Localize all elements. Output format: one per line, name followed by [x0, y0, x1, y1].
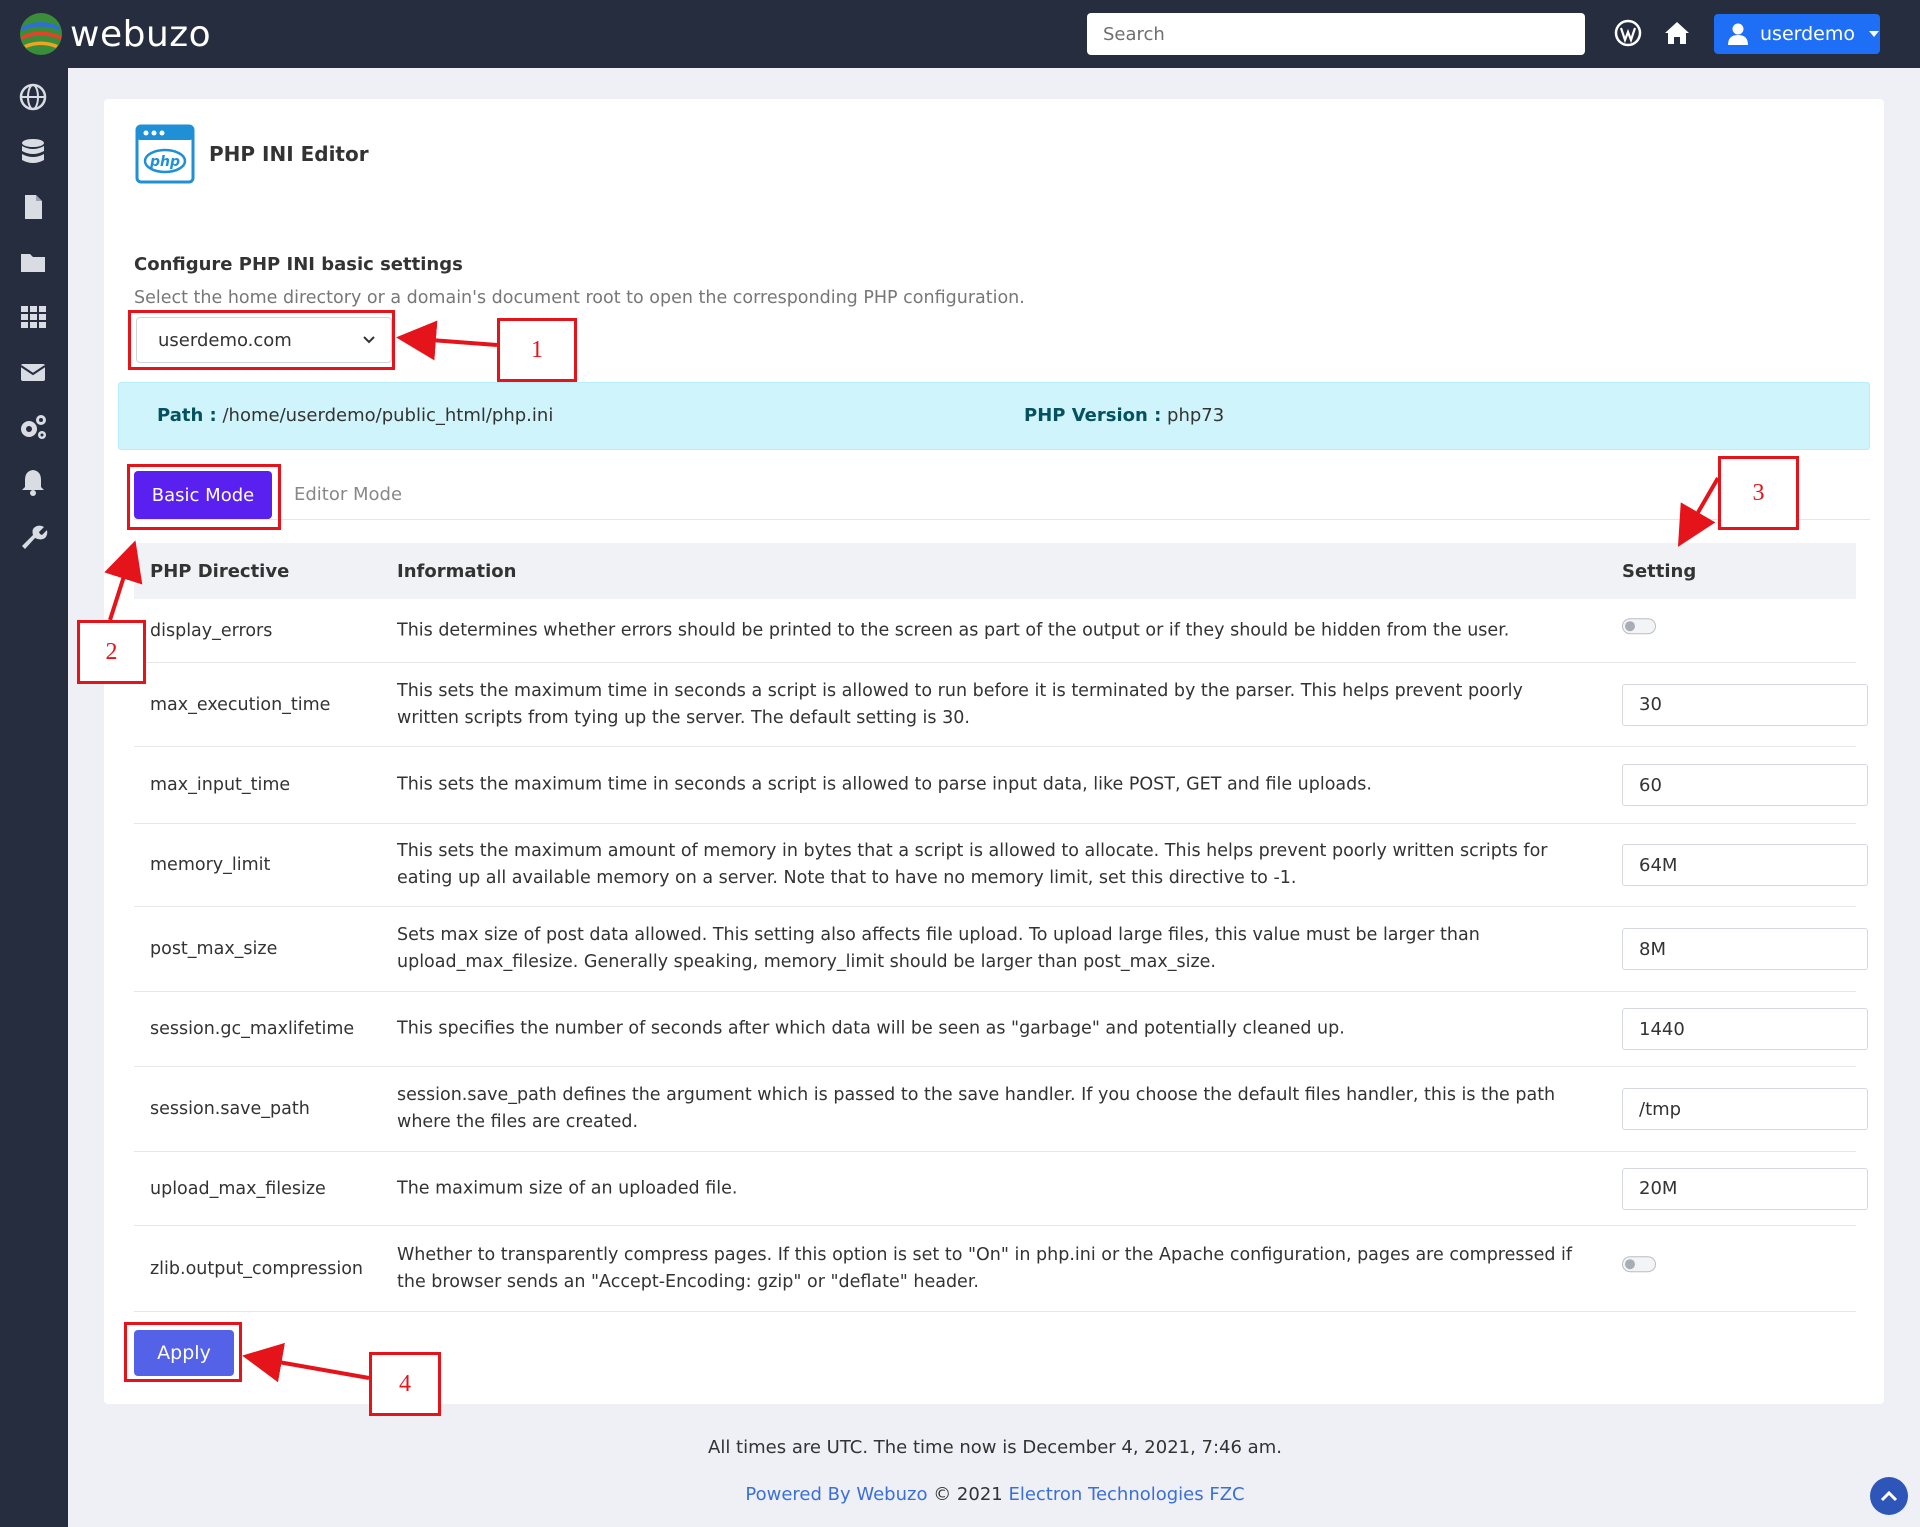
arrow-to-basic-mode — [104, 540, 143, 621]
annotation-arrows — [104, 320, 1720, 1383]
arrow-to-apply — [242, 1342, 370, 1383]
arrow-to-domain-select — [396, 320, 498, 361]
arrow-to-setting-column — [1677, 476, 1720, 547]
